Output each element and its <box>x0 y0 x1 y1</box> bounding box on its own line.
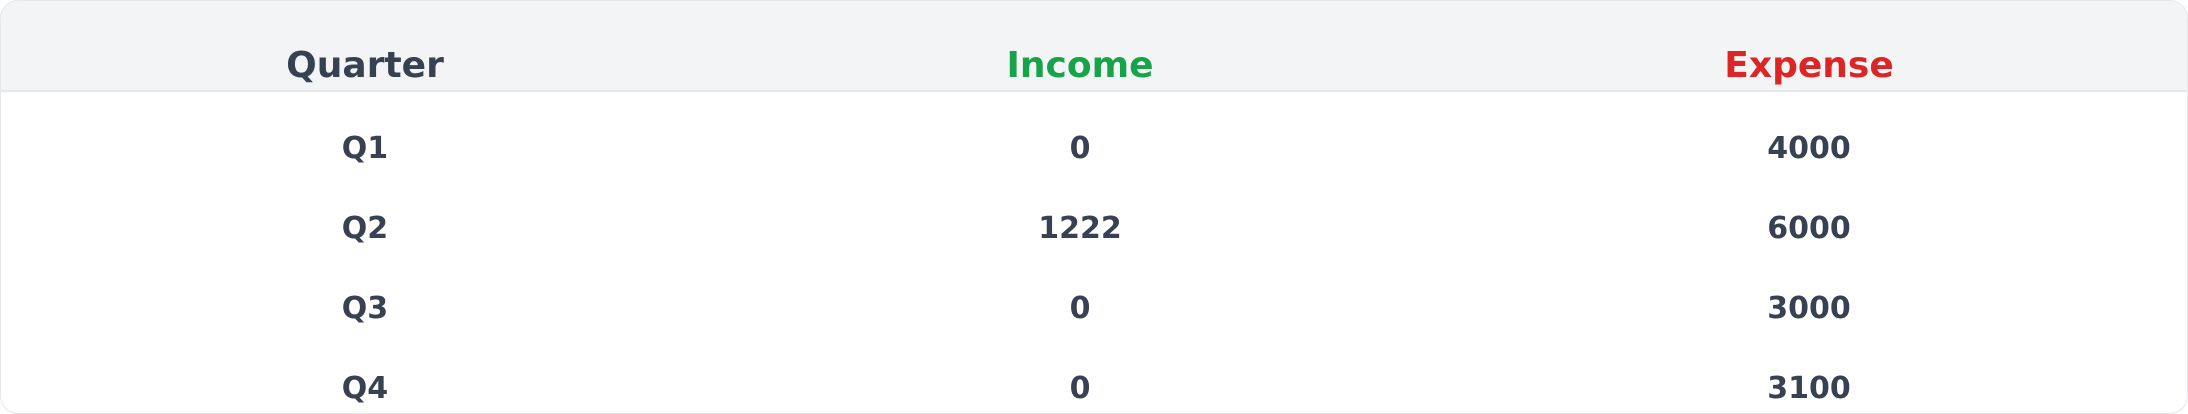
cell-income: 0 <box>1069 371 1091 406</box>
cell-quarter: Q2 <box>341 211 389 246</box>
cell-income: 0 <box>1069 291 1091 326</box>
cell-expense: 4000 <box>1767 131 1851 166</box>
cell-quarter: Q1 <box>341 131 389 166</box>
cell-quarter: Q3 <box>341 291 389 326</box>
table-row: Q1 0 4000 <box>1 109 2187 189</box>
quarterly-table: Quarter Income Expense Q1 0 4000 Q2 1222… <box>0 0 2188 414</box>
table-row: Q2 1222 6000 <box>1 189 2187 269</box>
cell-quarter: Q4 <box>341 371 389 406</box>
header-quarter: Quarter <box>286 45 444 86</box>
cell-income: 1222 <box>1038 211 1122 246</box>
cell-expense: 3100 <box>1767 371 1851 406</box>
header-expense: Expense <box>1724 45 1894 86</box>
cell-expense: 3000 <box>1767 291 1851 326</box>
table-row: Q3 0 3000 <box>1 269 2187 349</box>
cell-income: 0 <box>1069 131 1091 166</box>
cell-expense: 6000 <box>1767 211 1851 246</box>
table-header-row: Quarter Income Expense <box>1 1 2187 92</box>
table-row: Q4 0 3100 <box>1 349 2187 413</box>
header-income: Income <box>1006 45 1154 86</box>
